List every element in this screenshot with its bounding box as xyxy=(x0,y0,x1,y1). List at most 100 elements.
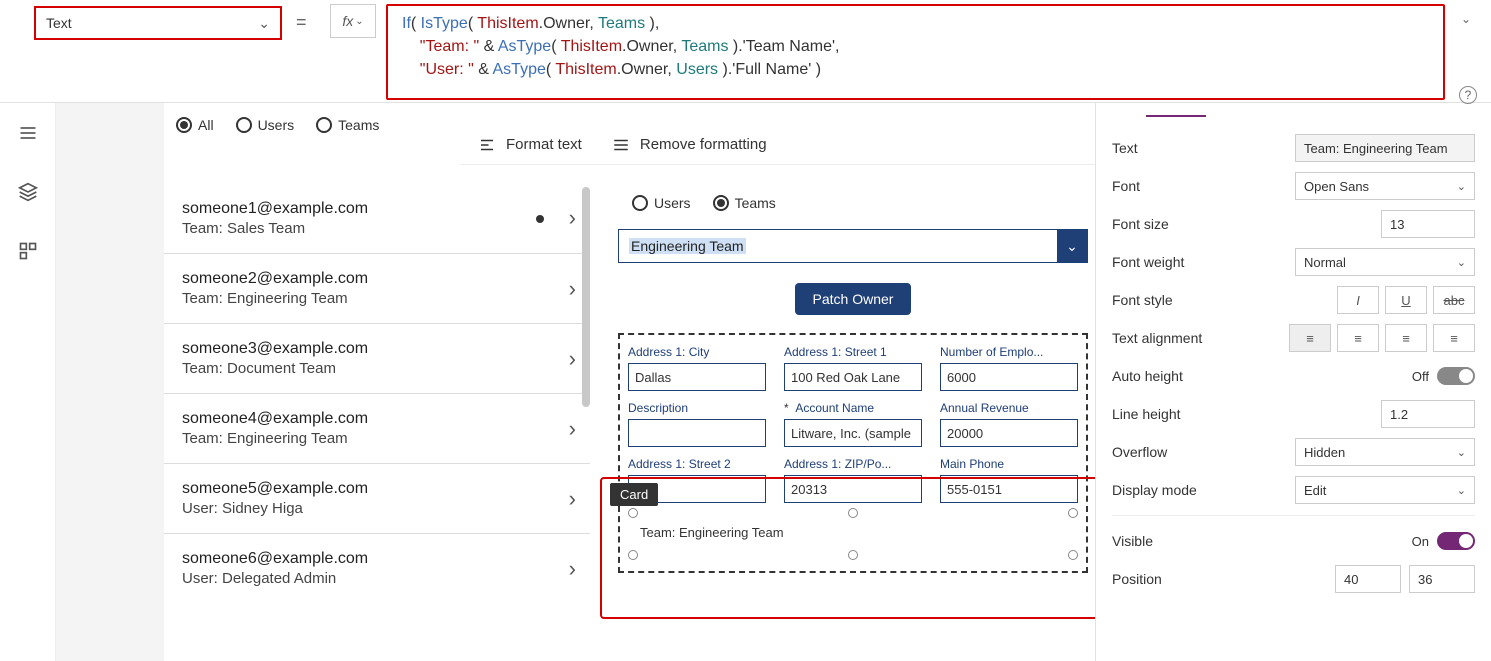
form-field: Main Phone 555-0151 xyxy=(940,457,1078,503)
align-left-button[interactable]: ≡ xyxy=(1289,324,1331,352)
field-input[interactable]: Dallas xyxy=(628,363,766,391)
resize-handle[interactable] xyxy=(628,550,638,560)
remove-formatting-label: Remove formatting xyxy=(640,136,767,153)
field-input[interactable]: 555-0151 xyxy=(940,475,1078,503)
prop-label: Auto height xyxy=(1112,368,1412,384)
help-icon[interactable]: ? xyxy=(1459,86,1477,104)
selected-label-control[interactable]: Team: Engineering Team xyxy=(628,513,1078,555)
chevron-right-icon: › xyxy=(569,486,576,512)
radio-users[interactable]: Users xyxy=(236,117,295,133)
text-value[interactable]: Team: Engineering Team xyxy=(1295,134,1475,162)
property-dropdown[interactable]: Text ⌄ xyxy=(34,6,282,40)
field-input[interactable]: 20313 xyxy=(784,475,922,503)
field-input[interactable] xyxy=(628,419,766,447)
radio-all[interactable]: All xyxy=(176,117,214,133)
owner-type-radios: Users Teams xyxy=(632,195,1088,211)
fx-label: fx xyxy=(342,13,353,29)
chevron-right-icon: › xyxy=(569,205,576,231)
prop-label: Font weight xyxy=(1112,254,1295,270)
radio-teams[interactable]: Teams xyxy=(316,117,379,133)
team-dropdown[interactable]: Engineering Team ⌄ xyxy=(618,229,1088,263)
chevron-right-icon: › xyxy=(569,346,576,372)
radio-owner-teams[interactable]: Teams xyxy=(713,195,776,211)
field-input[interactable]: 6000 xyxy=(940,363,1078,391)
align-right-button[interactable]: ≡ xyxy=(1385,324,1427,352)
list-item[interactable]: someone4@example.comTeam: Engineering Te… xyxy=(164,393,590,463)
formula-editor[interactable]: If( IsType( ThisItem.Owner, Teams ), "Te… xyxy=(386,4,1445,100)
remove-formatting-button[interactable]: Remove formatting xyxy=(612,136,767,154)
resize-handle[interactable] xyxy=(1068,508,1078,518)
layers-icon[interactable] xyxy=(18,182,38,207)
list-item-owner: Team: Sales Team xyxy=(182,220,368,237)
prop-label: Display mode xyxy=(1112,482,1295,498)
radio-all-label: All xyxy=(198,117,214,133)
field-label: * Account Name xyxy=(784,401,922,415)
underline-button[interactable]: U xyxy=(1385,286,1427,314)
chevron-down-icon: ⌄ xyxy=(1457,484,1466,497)
field-label: Address 1: Street 1 xyxy=(784,345,922,359)
position-x-input[interactable]: 40 xyxy=(1335,565,1401,593)
field-label: Main Phone xyxy=(940,457,1078,471)
fontstyle-seg: IUabc xyxy=(1337,286,1475,314)
form-row: Address 1: Street 2Address 1: ZIP/Po...2… xyxy=(628,457,1078,503)
panel-accent xyxy=(1146,115,1206,117)
form-row: Description * Account Name Litware, Inc. (… xyxy=(628,401,1078,447)
field-label: Number of Emplo... xyxy=(940,345,1078,359)
resize-handle[interactable] xyxy=(848,508,858,518)
italic-button[interactable]: I xyxy=(1337,286,1379,314)
overflow-value: Hidden xyxy=(1304,445,1345,460)
tree-view-icon[interactable] xyxy=(18,123,38,148)
visible-toggle[interactable] xyxy=(1437,532,1475,550)
list-item-owner: User: Delegated Admin xyxy=(182,570,368,587)
fx-button[interactable]: fx⌄ xyxy=(330,4,376,38)
list-item[interactable]: someone1@example.comTeam: Sales Team› xyxy=(164,183,590,253)
strikethrough-button[interactable]: abc xyxy=(1433,286,1475,314)
team-dropdown-value: Engineering Team xyxy=(629,238,746,254)
field-label: Description xyxy=(628,401,766,415)
font-value: Open Sans xyxy=(1304,179,1369,194)
gallery[interactable]: someone1@example.comTeam: Sales Team›som… xyxy=(164,183,590,661)
autoheight-toggle[interactable] xyxy=(1437,367,1475,385)
scrollbar[interactable] xyxy=(582,187,590,407)
form-field: Address 1: CityDallas xyxy=(628,345,766,391)
fontweight-value: Normal xyxy=(1304,255,1346,270)
prop-label: Font xyxy=(1112,178,1295,194)
list-item[interactable]: someone2@example.comTeam: Engineering Te… xyxy=(164,253,590,323)
visible-state: On xyxy=(1412,534,1429,549)
canvas[interactable]: All Users Teams Format text Remove forma… xyxy=(56,103,1095,661)
resize-handle[interactable] xyxy=(848,550,858,560)
position-y-input[interactable]: 36 xyxy=(1409,565,1475,593)
list-item[interactable]: someone6@example.comUser: Delegated Admi… xyxy=(164,533,590,603)
card-tooltip: Card xyxy=(610,483,658,506)
list-item-email: someone4@example.com xyxy=(182,410,368,428)
align-center-button[interactable]: ≡ xyxy=(1337,324,1379,352)
list-item[interactable]: someone5@example.comUser: Sidney Higa› xyxy=(164,463,590,533)
resize-handle[interactable] xyxy=(628,508,638,518)
detail-pane: Users Teams Engineering Team ⌄ Patch Own… xyxy=(618,195,1088,573)
fontsize-value: 13 xyxy=(1390,217,1404,232)
divider xyxy=(1112,515,1475,516)
fontweight-dropdown[interactable]: Normal ⌄ xyxy=(1295,248,1475,276)
format-text-label: Format text xyxy=(506,136,582,153)
fontsize-input[interactable]: 13 xyxy=(1381,210,1475,238)
displaymode-dropdown[interactable]: Edit⌄ xyxy=(1295,476,1475,504)
chevron-down-icon: ⌄ xyxy=(355,16,363,27)
field-input[interactable]: Litware, Inc. (sample xyxy=(784,419,922,447)
overflow-dropdown[interactable]: Hidden⌄ xyxy=(1295,438,1475,466)
lineheight-input[interactable]: 1.2 xyxy=(1381,400,1475,428)
list-item-owner: Team: Document Team xyxy=(182,360,368,377)
field-input[interactable]: 100 Red Oak Lane xyxy=(784,363,922,391)
chevron-down-icon: ⌄ xyxy=(1457,256,1466,269)
prop-label: Text alignment xyxy=(1112,330,1289,346)
radio-owner-users[interactable]: Users xyxy=(632,195,691,211)
align-justify-button[interactable]: ≡ xyxy=(1433,324,1475,352)
components-icon[interactable] xyxy=(18,241,38,266)
resize-handle[interactable] xyxy=(1068,550,1078,560)
list-item[interactable]: someone3@example.comTeam: Document Team› xyxy=(164,323,590,393)
expand-formula-icon[interactable]: ⌄ xyxy=(1461,12,1471,26)
font-dropdown[interactable]: Open Sans⌄ xyxy=(1295,172,1475,200)
form-field: Address 1: Street 1 100 Red Oak Lane xyxy=(784,345,922,391)
patch-owner-button[interactable]: Patch Owner xyxy=(795,283,911,315)
format-text-button[interactable]: Format text xyxy=(478,136,582,154)
field-input[interactable]: 20000 xyxy=(940,419,1078,447)
